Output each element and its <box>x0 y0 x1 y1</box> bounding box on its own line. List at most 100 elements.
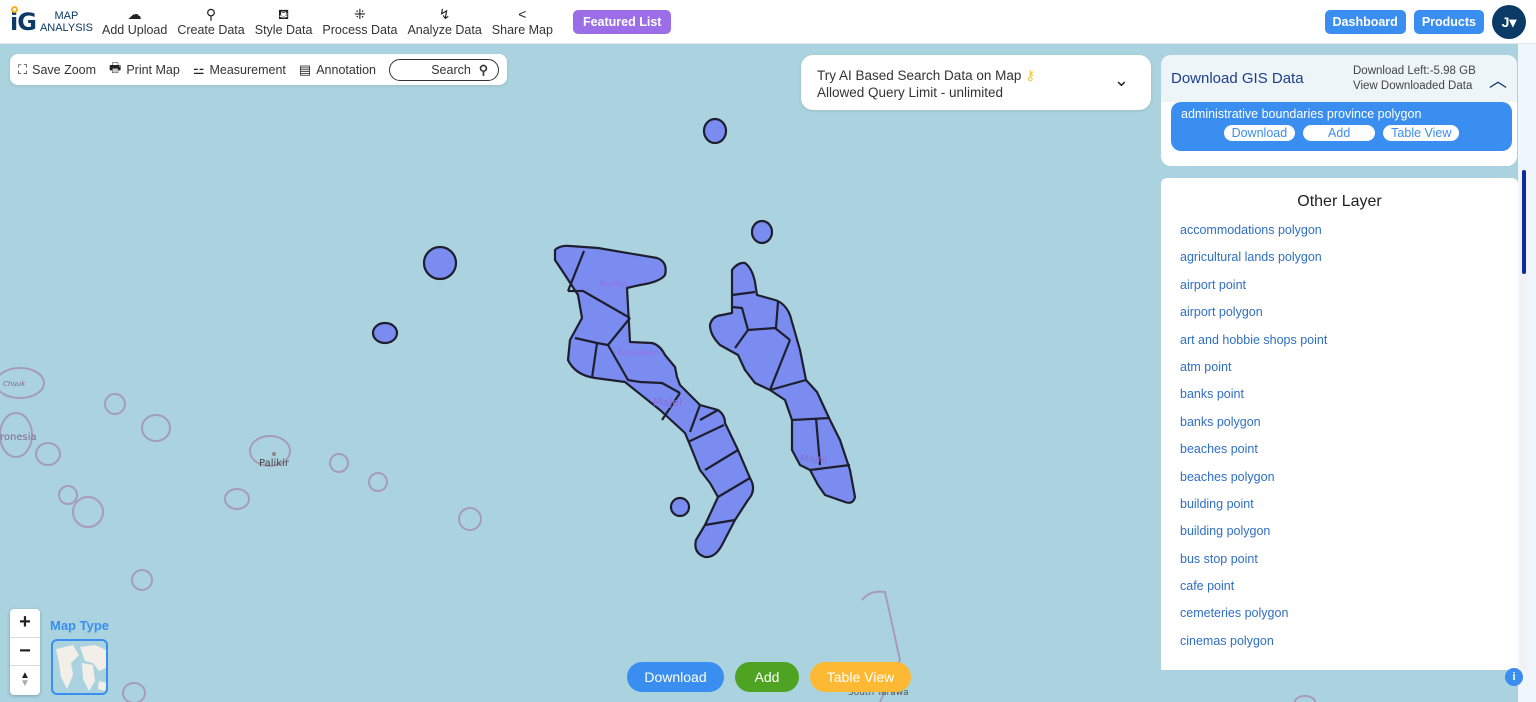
layer-item[interactable]: airport point <box>1161 278 1518 305</box>
other-layer-panel: Other Layer accommodations polygon agric… <box>1161 178 1518 670</box>
bottom-add-button[interactable]: Add <box>735 662 799 692</box>
key-icon: ⚷ <box>1025 68 1036 83</box>
selected-layer-card: administrative boundaries province polyg… <box>1171 102 1512 151</box>
app-logo[interactable]: iG MAP ANALYSIS <box>10 5 98 36</box>
layer-item[interactable]: cemeteries polygon <box>1161 606 1518 633</box>
layer-item[interactable]: banks point <box>1161 387 1518 414</box>
basemap-islands <box>0 367 1316 702</box>
map-search-button[interactable]: Search ⚲ <box>388 58 499 81</box>
chevron-down-icon[interactable]: ⌄ <box>1114 71 1129 89</box>
nav-share-map[interactable]: < Share Map <box>488 5 557 44</box>
cloud-upload-icon: ☁ <box>127 5 142 22</box>
reset-north-button[interactable]: ▲ ▼ <box>10 666 40 695</box>
island-outline <box>58 485 78 505</box>
analyze-icon: ↯ <box>438 5 451 22</box>
products-button[interactable]: Products <box>1413 10 1484 34</box>
layer-item[interactable]: accommodations polygon <box>1161 223 1518 250</box>
nav-process-data[interactable]: ⁜ Process Data <box>318 5 401 44</box>
map-toolbox: ⛶ Save Zoom 🖶 Print Map ⚍ Measurement ▤ Anno… <box>10 54 507 85</box>
logo-text-bottom: ANALYSIS <box>39 21 93 34</box>
layer-item[interactable]: beaches polygon <box>1161 470 1518 497</box>
printer-icon: 🖶 <box>109 59 122 75</box>
layer-download-button[interactable]: Download <box>1223 125 1296 141</box>
gis-panel-title: Download GIS Data <box>1171 70 1304 87</box>
island-outline <box>224 488 250 510</box>
compass-down-icon: ▼ <box>20 678 30 690</box>
dashboard-button[interactable]: Dashboard <box>1324 10 1406 34</box>
capital-marker-icon <box>272 452 276 456</box>
ai-search-panel[interactable]: Try AI Based Search Data on Map ⚷ Allowed… <box>801 55 1151 110</box>
island-outline <box>329 453 349 473</box>
user-avatar-menu[interactable]: J▾ <box>1492 5 1526 39</box>
layer-item[interactable]: building point <box>1161 497 1518 524</box>
island-outline <box>131 569 153 591</box>
atoll-polygon <box>702 117 728 145</box>
layer-item[interactable]: banks polygon <box>1161 415 1518 442</box>
nav-create-data[interactable]: ⚲ Create Data <box>173 5 248 44</box>
annotation-button[interactable]: ▤ Annotation <box>299 62 376 78</box>
logo-mark: iG <box>10 5 37 36</box>
main-nav: ☁ Add Upload ⚲ Create Data ⛾ Style Data ⁜ Pr… <box>98 0 559 44</box>
layer-item[interactable]: airport polygon <box>1161 305 1518 332</box>
featured-list-button[interactable]: Featured List <box>572 9 672 34</box>
layer-item[interactable]: bus stop point <box>1161 552 1518 579</box>
top-navbar: iG MAP ANALYSIS ☁ Add Upload ⚲ Create Data… <box>0 0 1536 44</box>
other-layer-title: Other Layer <box>1297 193 1382 210</box>
island-outline <box>122 682 146 702</box>
ai-search-title: Try AI Based Search Data on Map <box>817 68 1022 83</box>
layer-item[interactable]: art and hobbie shops point <box>1161 333 1518 360</box>
bottom-action-bar: Download Add Table View <box>627 662 922 692</box>
save-zoom-button[interactable]: ⛶ Save Zoom <box>18 62 96 78</box>
download-gis-panel: Download GIS Data Download Left:-5.98 GB… <box>1161 55 1517 166</box>
map-label-kuwajleen: Kuwajleen <box>618 348 659 357</box>
paint-bucket-icon: ⛾ <box>277 5 290 22</box>
nav-analyze-data[interactable]: ↯ Analyze Data <box>403 5 485 44</box>
measurement-icon: ⚍ <box>192 61 205 77</box>
island-outline <box>141 414 171 442</box>
island-outline <box>104 393 126 415</box>
island-outline <box>368 472 388 492</box>
layer-list-scroll-thumb[interactable] <box>1522 170 1526 274</box>
map-type-label: Map Type <box>50 618 109 633</box>
atoll-polygon <box>371 321 399 345</box>
annotation-icon: ▤ <box>298 61 312 77</box>
map-label-ronlap: Roñlap <box>600 279 628 288</box>
layer-item[interactable]: beaches point <box>1161 442 1518 469</box>
layer-item[interactable]: cinemas polygon <box>1161 634 1518 661</box>
map-type-thumbnail[interactable] <box>51 639 108 695</box>
map-label-majel: Majel <box>653 396 682 409</box>
island-outline <box>72 496 104 528</box>
layer-item[interactable]: building polygon <box>1161 524 1518 551</box>
map-label-chuuk: Chuuk <box>3 380 26 388</box>
world-map-icon <box>56 645 106 691</box>
nav-add-upload[interactable]: ☁ Add Upload <box>98 5 171 44</box>
download-left-text: Download Left:-5.98 GB <box>1353 65 1476 77</box>
atoll-polygon <box>422 245 458 281</box>
measurement-button[interactable]: ⚍ Measurement <box>193 62 286 78</box>
province-polygons <box>371 117 857 559</box>
map-pin-icon: ⚲ <box>205 5 217 22</box>
layer-table-view-button[interactable]: Table View <box>1383 125 1460 141</box>
bottom-table-view-button[interactable]: Table View <box>810 662 911 692</box>
zoom-in-button[interactable]: + <box>10 609 40 638</box>
atoll-polygon <box>669 496 691 518</box>
nav-style-data[interactable]: ⛾ Style Data <box>251 5 317 44</box>
layer-item[interactable]: atm point <box>1161 360 1518 387</box>
map-label-majro: Majro <box>800 454 828 465</box>
process-icon: ⁜ <box>354 5 366 22</box>
layer-item[interactable]: agricultural lands polygon <box>1161 250 1518 277</box>
island-outline <box>1294 695 1316 702</box>
layer-item[interactable]: cafe point <box>1161 579 1518 606</box>
chevron-up-icon[interactable]: ︿ <box>1489 67 1507 93</box>
bottom-download-button[interactable]: Download <box>627 662 724 692</box>
print-map-button[interactable]: 🖶 Print Map <box>109 59 180 81</box>
zoom-out-button[interactable]: − <box>10 638 40 667</box>
layer-add-button[interactable]: Add <box>1303 125 1376 141</box>
info-button[interactable]: i <box>1505 668 1523 686</box>
save-zoom-icon: ⛶ <box>18 61 28 77</box>
view-downloaded-data-link[interactable]: View Downloaded Data <box>1353 79 1476 94</box>
share-icon: < <box>518 5 527 22</box>
logo-text-top: MAP <box>54 9 79 22</box>
island-outline <box>35 442 61 466</box>
selected-layer-name: administrative boundaries province polyg… <box>1181 107 1422 121</box>
